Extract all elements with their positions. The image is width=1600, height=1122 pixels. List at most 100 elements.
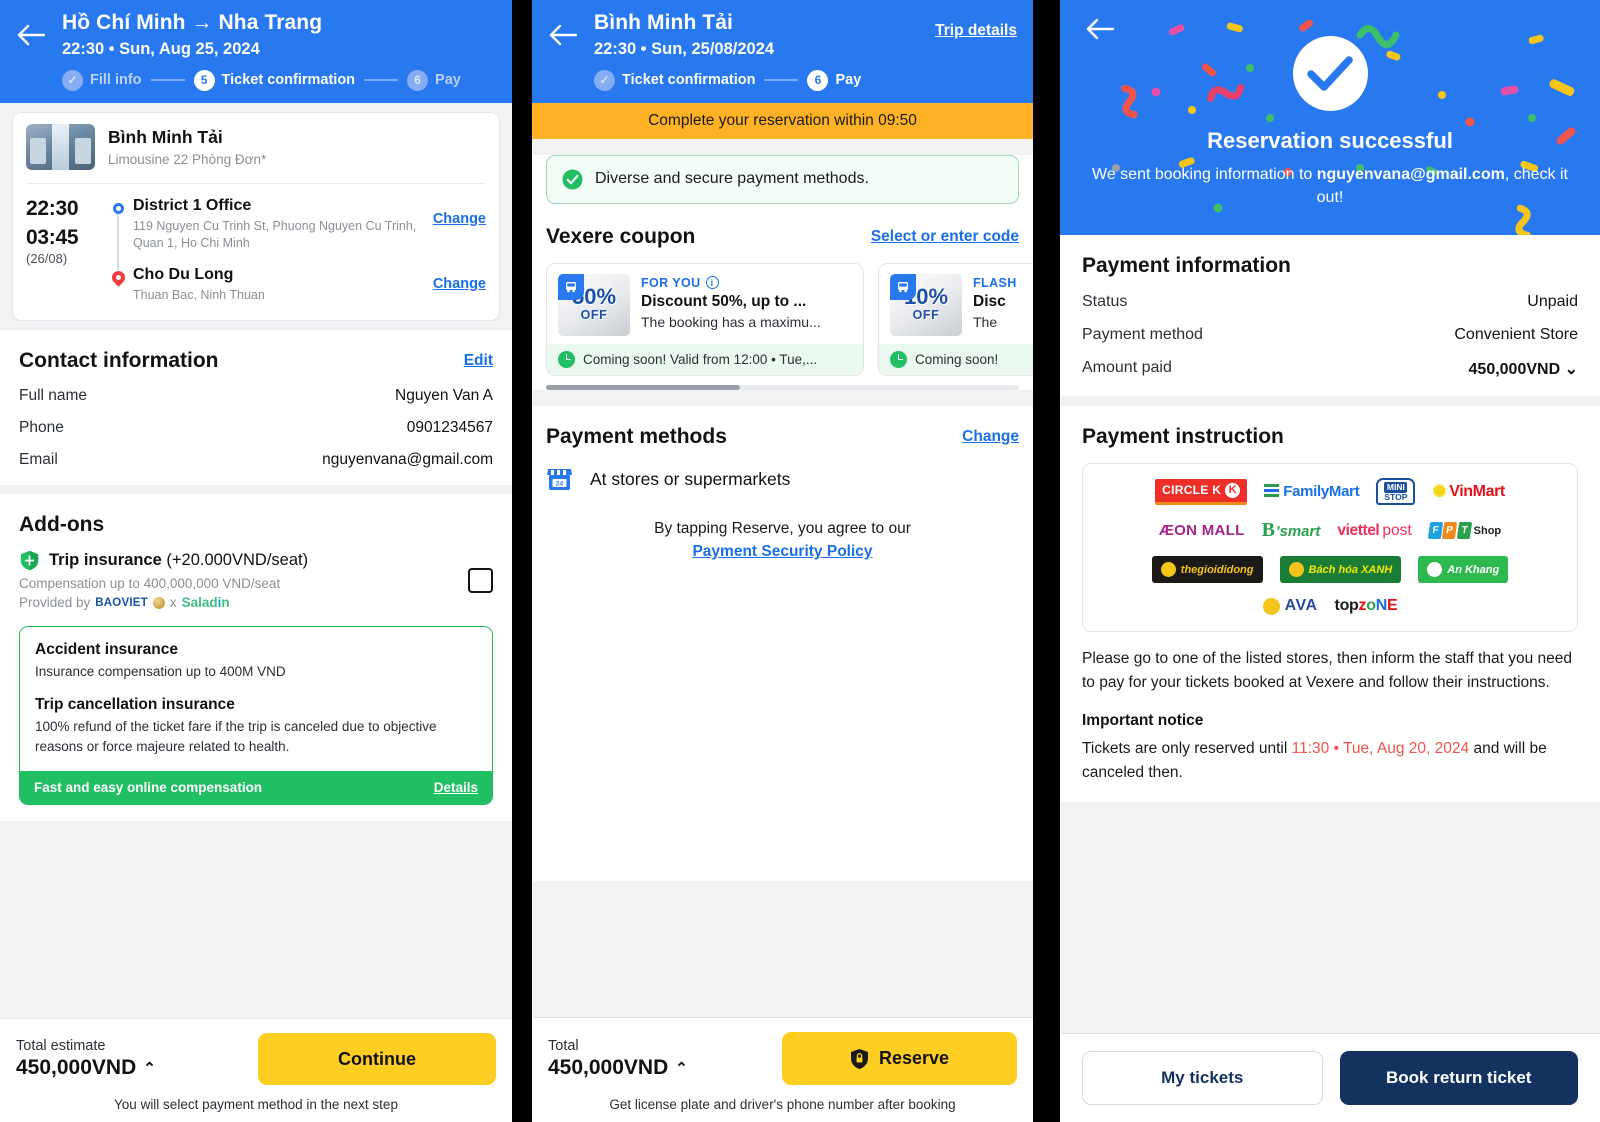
trip-insurance-checkbox[interactable] xyxy=(468,567,493,593)
bsmart-b: B xyxy=(1261,519,1275,542)
change-payment-method-link[interactable]: Change xyxy=(962,428,1019,446)
info-icon[interactable]: i xyxy=(705,276,719,290)
my-tickets-button[interactable]: My tickets xyxy=(1082,1051,1323,1105)
change-dropoff-link[interactable]: Change xyxy=(433,226,486,292)
payment-information-section: Payment information Status Unpaid Paymen… xyxy=(1060,235,1600,397)
coupon-validity: Coming soon! Valid from 12:00 • Tue,... xyxy=(583,351,818,367)
shield-check-icon xyxy=(562,169,583,190)
panel-gap-2 xyxy=(1033,0,1060,1122)
chevron-up-icon[interactable]: ⌃ xyxy=(143,1059,156,1077)
chevron-up-icon[interactable]: ⌃ xyxy=(675,1059,688,1077)
success-banner: Reservation successful We sent booking i… xyxy=(1060,0,1600,236)
success-email: nguyenvana@gmail.com xyxy=(1316,166,1505,183)
total-estimate-value: 450,000VND xyxy=(16,1056,137,1079)
continue-button[interactable]: Continue xyxy=(258,1033,496,1085)
amount-paid-value: 450,000VND xyxy=(1468,361,1561,379)
contact-row-phone: Phone 0901234567 xyxy=(19,419,493,437)
reserve-button-label: Reserve xyxy=(878,1048,950,1068)
store-icon: 24 xyxy=(547,468,572,490)
edit-contact-link[interactable]: Edit xyxy=(464,352,493,370)
back-button[interactable] xyxy=(532,10,594,46)
coupon-card[interactable]: 50% OFF FOR YOU i Discount 50%, up to ..… xyxy=(546,262,864,376)
ministop-logo: MINI STOP xyxy=(1376,478,1416,506)
cancellation-insurance-title: Trip cancellation insurance xyxy=(35,696,235,713)
familymart-logo: FamilyMart xyxy=(1264,483,1360,501)
dropoff-row: 03:45 (26/08) Cho Du Long Thuan Bac, Nin… xyxy=(26,226,486,305)
trip-datetime: 22:30 • Sun, Aug 25, 2024 xyxy=(62,40,260,59)
step-label: Pay xyxy=(435,72,461,89)
chevron-down-icon[interactable]: ⌄ xyxy=(1565,361,1578,378)
section-gap xyxy=(532,389,1033,406)
selected-payment-method[interactable]: 24 At stores or supermarkets xyxy=(546,467,1019,492)
panel1-scroll-area[interactable]: Bình Minh Tải Limousine 22 Phòng Đơn* 22… xyxy=(0,102,512,1018)
ava-logo: AVA xyxy=(1262,597,1318,615)
operator-name: Bình Minh Tải xyxy=(108,126,223,147)
coupon-thumb: 10% OFF xyxy=(890,273,962,336)
panel1-header: Hồ Chí Minh → Nha Trang 22:30 • Sun, Aug… xyxy=(0,0,512,103)
bus-icon xyxy=(558,273,584,300)
trip-insurance-row: Trip insurance (+20.000VND/seat) Compens… xyxy=(19,550,493,610)
panel3-filler xyxy=(1060,802,1600,833)
trip-details-link[interactable]: Trip details xyxy=(935,22,1017,40)
clock-icon xyxy=(558,350,575,368)
addons-title: Add-ons xyxy=(19,513,105,537)
saladin-logo: Saladin xyxy=(182,595,230,610)
step-pay[interactable]: 6 Pay xyxy=(807,69,862,91)
reservation-timer: Complete your reservation within 09:50 xyxy=(532,102,1033,139)
dropoff-time-block: 03:45 (26/08) xyxy=(26,226,103,266)
notice-pre: Tickets are only reserved until xyxy=(1082,740,1292,758)
bach-hoa-xanh-logo: Bách hóa XANH xyxy=(1279,556,1402,584)
step-indicator: ✓ Fill info 5 Ticket confirmation 6 Pay xyxy=(62,69,512,91)
step-number: 6 xyxy=(807,69,829,91)
reserve-button[interactable]: Reserve xyxy=(782,1032,1017,1085)
bhx-text: Bách hóa XANH xyxy=(1308,563,1393,576)
step-ticket-confirmation[interactable]: 5 Ticket confirmation xyxy=(193,69,355,91)
total-estimate-block[interactable]: Total estimate 450,000VND ⌃ xyxy=(16,1038,156,1080)
important-notice-title: Important notice xyxy=(1082,712,1204,730)
payment-security-policy-link[interactable]: Payment Security Policy xyxy=(546,543,1019,561)
amount-paid-row[interactable]: Amount paid 450,000VND ⌄ xyxy=(1082,359,1578,379)
coupon-tag-label: FOR YOU xyxy=(641,275,701,290)
aeon-mall-logo: ÆON MALL xyxy=(1158,522,1245,540)
success-message: We sent booking information to nguyenvan… xyxy=(1060,163,1600,209)
saladin-part3: n xyxy=(221,595,230,611)
insurance-details-link[interactable]: Details xyxy=(434,780,478,795)
panel2-scroll-area[interactable]: Diverse and secure payment methods. Vexe… xyxy=(532,138,1033,1017)
success-check-icon xyxy=(1292,36,1368,111)
total-value-row: 450,000VND ⌃ xyxy=(548,1056,688,1080)
dropoff-date: (26/08) xyxy=(26,250,68,266)
operator-row[interactable]: Bình Minh Tải Limousine 22 Phòng Đơn* xyxy=(13,113,499,183)
coupon-card[interactable]: 10% OFF FLASH Disc The Coming soon! xyxy=(878,262,1033,376)
panel1-bottom-bar: Total estimate 450,000VND ⌃ Continue You… xyxy=(0,1018,512,1122)
circle-k-mark: K xyxy=(1225,482,1241,498)
coupon-name: Discount 50%, up to ... xyxy=(641,292,807,310)
total-block[interactable]: Total 450,000VND ⌃ xyxy=(548,1038,688,1080)
coupon-list[interactable]: 50% OFF FOR YOU i Discount 50%, up to ..… xyxy=(546,262,1033,376)
bus-icon xyxy=(890,273,916,300)
step-fill-info[interactable]: ✓ Fill info xyxy=(62,69,142,91)
row-value: 0901234567 xyxy=(406,419,493,437)
change-pickup-link[interactable]: Change xyxy=(433,197,486,227)
circle-k-text: CIRCLE K xyxy=(1162,483,1222,498)
dropoff-address: Thuan Bac, Ninh Thuan xyxy=(133,287,265,302)
select-coupon-link[interactable]: Select or enter code xyxy=(871,228,1019,246)
ak-icon xyxy=(1427,562,1443,578)
step-ticket-confirmation[interactable]: ✓ Ticket confirmation xyxy=(594,69,755,91)
tgdd-icon xyxy=(1160,562,1176,578)
pickup-pin-icon xyxy=(112,202,124,214)
store-logo-grid: CIRCLE KK FamilyMart MINI STOP ✺ VinMart Æ… xyxy=(1082,463,1578,633)
book-return-ticket-button[interactable]: Book return ticket xyxy=(1339,1051,1578,1105)
payment-method-label: At stores or supermarkets xyxy=(590,468,791,489)
step-label: Pay xyxy=(835,72,862,89)
familymart-text: FamilyMart xyxy=(1283,483,1360,501)
vinmart-logo: ✺ VinMart xyxy=(1432,482,1505,501)
bhx-icon xyxy=(1288,562,1304,578)
coupon-name: Disc xyxy=(973,292,1006,310)
vinmart-text: VinMart xyxy=(1449,482,1505,500)
svg-text:24: 24 xyxy=(556,480,564,487)
back-button[interactable] xyxy=(1086,18,1115,45)
back-button[interactable] xyxy=(0,10,62,46)
step-pay[interactable]: 6 Pay xyxy=(407,69,461,91)
panel3-scroll-area[interactable]: Payment information Status Unpaid Paymen… xyxy=(1060,235,1600,1033)
pickup-name: District 1 Office xyxy=(133,196,252,214)
